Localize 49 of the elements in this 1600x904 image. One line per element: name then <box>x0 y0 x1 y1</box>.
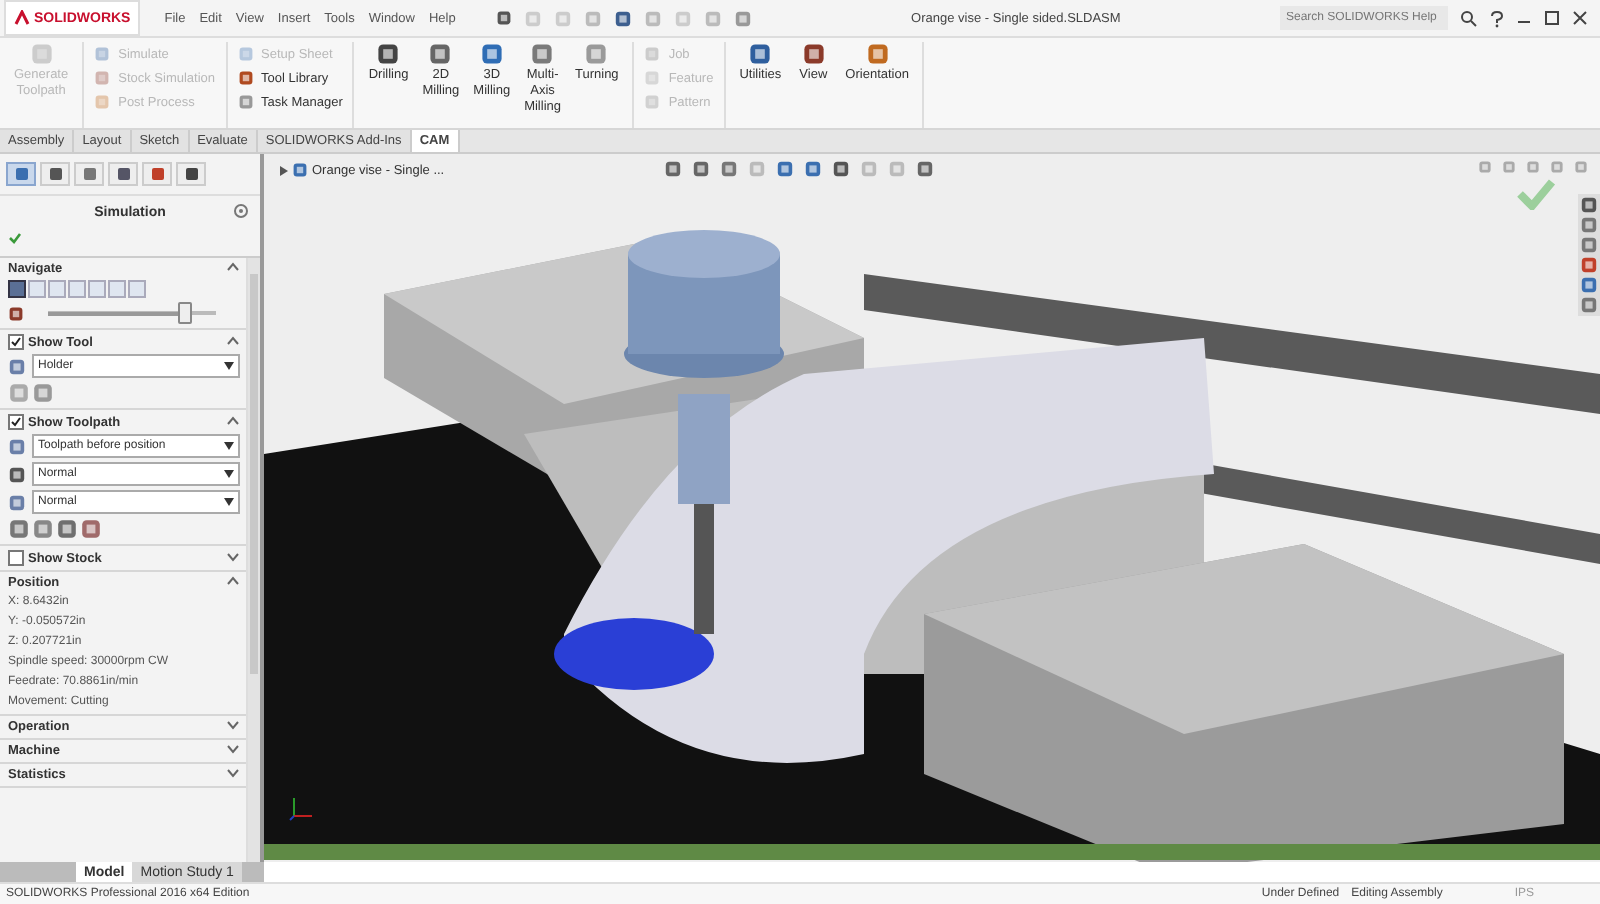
axis-triad-icon <box>288 794 316 822</box>
panel-tab[interactable] <box>6 162 36 186</box>
panel-tab[interactable] <box>142 162 172 186</box>
tool-icon[interactable] <box>530 42 555 66</box>
navigation-button[interactable] <box>8 280 26 298</box>
confirm-check-icon[interactable] <box>1516 178 1556 210</box>
tool-icon[interactable] <box>376 42 401 66</box>
panel-tab[interactable] <box>74 162 104 186</box>
panel-icon <box>115 166 131 182</box>
chevron-icon[interactable] <box>226 551 240 561</box>
caret-icon <box>224 442 234 450</box>
confirm-check-icon[interactable] <box>8 232 22 244</box>
scrollbar[interactable] <box>246 258 260 862</box>
help-icon[interactable] <box>234 204 248 218</box>
panel-tab[interactable] <box>40 162 70 186</box>
tool-icon[interactable] <box>479 42 504 66</box>
search-icon[interactable] <box>1460 9 1478 27</box>
chevron-icon[interactable] <box>226 335 240 345</box>
chevron-icon[interactable] <box>226 415 240 425</box>
panel-icon <box>183 166 199 182</box>
tool-icon[interactable] <box>8 305 24 321</box>
panel-icon <box>47 166 63 182</box>
help-icon[interactable] <box>1490 9 1504 27</box>
tool-icon[interactable] <box>748 42 773 66</box>
caret-icon <box>224 498 234 506</box>
display-icon[interactable] <box>8 518 30 540</box>
maximize-icon[interactable] <box>1544 10 1560 26</box>
close-icon[interactable] <box>1572 10 1588 26</box>
display-icon[interactable] <box>80 518 102 540</box>
display-icon[interactable] <box>32 518 54 540</box>
tool-icon[interactable] <box>801 42 826 66</box>
display-icon[interactable] <box>32 382 54 404</box>
slider-handle[interactable] <box>178 302 193 324</box>
caret-icon <box>224 362 234 370</box>
chevron-icon[interactable] <box>226 576 240 586</box>
panel-icon <box>149 166 165 182</box>
display-icon[interactable] <box>8 382 30 404</box>
panel-icon <box>13 166 29 182</box>
checkbox[interactable] <box>8 550 24 566</box>
chevron-icon[interactable] <box>226 262 240 272</box>
caret-icon <box>224 470 234 478</box>
panel-icon <box>81 166 97 182</box>
checkbox[interactable] <box>8 414 24 430</box>
checkbox[interactable] <box>8 334 24 350</box>
tool-icon[interactable] <box>428 42 453 66</box>
expand-arrow-icon[interactable] <box>280 165 288 175</box>
panel-tab[interactable] <box>176 162 206 186</box>
panel-tab[interactable] <box>108 162 138 186</box>
display-icon[interactable] <box>56 518 78 540</box>
